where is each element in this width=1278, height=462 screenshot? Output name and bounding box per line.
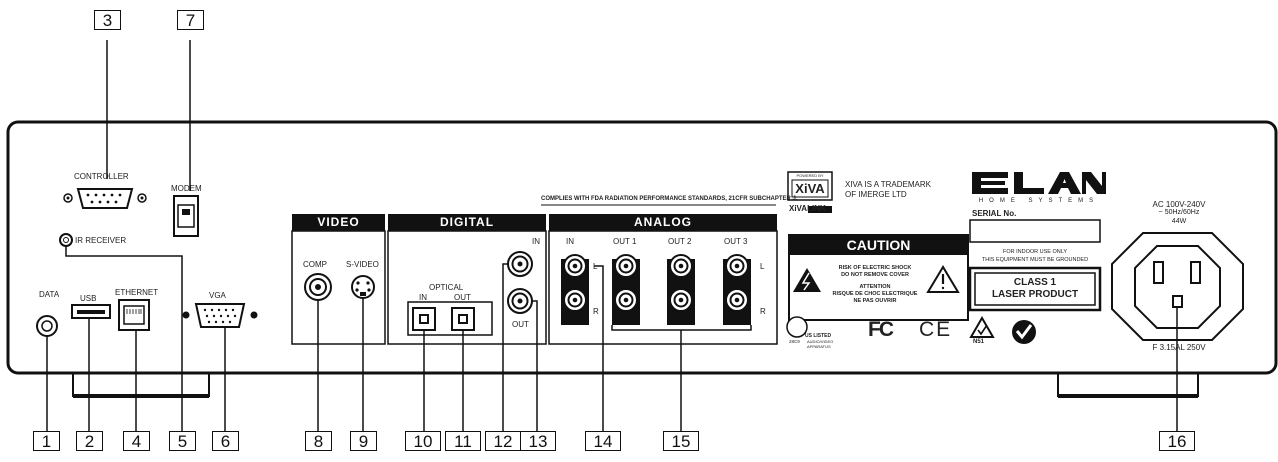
optical-out-label: OUT (454, 293, 471, 302)
optical-label: OPTICAL (429, 283, 464, 292)
xiva-logo-text: XiVA (795, 181, 825, 196)
fuse-rating: F 3.15AL 250V (1152, 343, 1206, 352)
analog-out1-pair[interactable] (612, 254, 640, 325)
optical-out-port[interactable] (451, 307, 475, 331)
callout-11: 11 (445, 431, 481, 451)
analog-out1-label: OUT 1 (613, 237, 637, 246)
laser-product-line: LASER PRODUCT (991, 289, 1079, 300)
optical-in-label: IN (419, 293, 427, 302)
analog-r-label-out: R (760, 307, 766, 316)
comp-label: COMP (303, 260, 327, 269)
video-section-header: VIDEO (292, 214, 385, 231)
callout-3: 3 (94, 10, 121, 30)
fcc-mark: FC (868, 318, 894, 341)
ce-mark: CE (919, 318, 953, 341)
analog-out2-label: OUT 2 (668, 237, 692, 246)
caution-title: CAUTION (846, 237, 911, 253)
analog-in-pair[interactable] (561, 254, 589, 325)
callout-8: 8 (305, 431, 332, 451)
ul-code: 28C9 (789, 339, 800, 344)
xiva-trademark-line-2: OF IMERGE LTD (845, 190, 907, 199)
digital-coax-out-jack[interactable] (507, 288, 533, 314)
analog-l-label-in: L (593, 262, 598, 271)
callout-10: 10 (405, 431, 441, 451)
callout-7: 7 (177, 10, 204, 30)
vga-label: VGA (209, 291, 226, 300)
callout-12: 12 (485, 431, 521, 451)
c-tick-mark (1012, 320, 1036, 344)
usb-label: USB (80, 294, 97, 303)
rear-panel-diagram (6, 40, 1278, 431)
indoor-use-line-1: FOR INDOOR USE ONLY (1002, 249, 1068, 255)
digital-section-header: DIGITAL (388, 214, 546, 231)
analog-out3-pair[interactable] (723, 254, 751, 325)
callout-13: 13 (520, 431, 556, 451)
indoor-use-line-2: THIS EQUIPMENT MUST BE GROUNDED (981, 257, 1089, 263)
caution-line-4: RISQUE DE CHOC ELECTRIQUE (832, 291, 918, 297)
caution-line-1: RISK OF ELECTRIC SHOCK (838, 265, 912, 271)
callout-16: 16 (1159, 431, 1195, 451)
callout-2: 2 (76, 431, 103, 451)
caution-line-3: ATTENTION (859, 284, 891, 290)
data-label: DATA (39, 290, 60, 299)
callout-15: 15 (663, 431, 699, 451)
power-rating-line-2: ~ 50Hz/60Hz (1158, 209, 1200, 216)
serial-label: SERIAL No. (972, 209, 1017, 218)
xiva-link-text: XiVALINK (789, 204, 826, 213)
ul-mark (786, 316, 808, 338)
coax-in-label: IN (532, 237, 540, 246)
callout-14: 14 (585, 431, 621, 451)
ethernet-label: ETHERNET (115, 288, 159, 297)
analog-l-label-out: L (760, 262, 765, 271)
digital-coax-in-jack[interactable] (507, 251, 533, 277)
analog-section-header: ANALOG (549, 214, 777, 231)
analog-r-label-in: R (593, 307, 599, 316)
caution-line-5: NE PAS OUVRIR (853, 298, 897, 304)
svideo-jack[interactable] (351, 275, 375, 299)
callout-4: 4 (123, 431, 150, 451)
analog-out3-label: OUT 3 (724, 237, 748, 246)
power-rating-line-1: AC 100V-240V (1152, 200, 1206, 209)
svideo-label: S-VIDEO (346, 260, 379, 269)
n51-text: N51 (973, 339, 985, 345)
data-jack[interactable] (36, 315, 58, 337)
ul-sub-2: APPARATUS (807, 344, 831, 349)
ir-receiver-jack[interactable] (59, 233, 73, 247)
analog-in-label: IN (566, 237, 574, 246)
xiva-trademark-line-1: XIVA IS A TRADEMARK (845, 180, 931, 189)
optical-in-port[interactable] (412, 307, 436, 331)
power-rating-line-3: 44W (1171, 218, 1187, 225)
elan-tagline: HOME SYSTEMS (978, 198, 1100, 204)
callout-5: 5 (169, 431, 196, 451)
coax-out-label: OUT (512, 320, 529, 329)
comp-video-jack[interactable] (304, 273, 332, 301)
ir-receiver-label: IR RECEIVER (75, 236, 127, 245)
usb-port[interactable] (71, 304, 111, 319)
modem-port[interactable] (173, 195, 199, 237)
analog-out2-pair[interactable] (667, 254, 695, 325)
callout-9: 9 (350, 431, 377, 451)
xiva-powered-by: POWERED BY (796, 173, 824, 178)
callout-1: 1 (33, 431, 60, 451)
serial-number-box (969, 219, 1101, 243)
left-foot (72, 371, 210, 397)
controller-label: CONTROLLER (74, 172, 129, 181)
fda-notice: COMPLIES WITH FDA RADIATION PERFORMANCE … (541, 196, 798, 202)
laser-class-line: CLASS 1 (1013, 277, 1057, 288)
callout-6: 6 (212, 431, 239, 451)
modem-label: MODEM (171, 184, 202, 193)
caution-line-2: DO NOT REMOVE COVER (841, 272, 909, 278)
ethernet-port[interactable] (118, 299, 150, 331)
